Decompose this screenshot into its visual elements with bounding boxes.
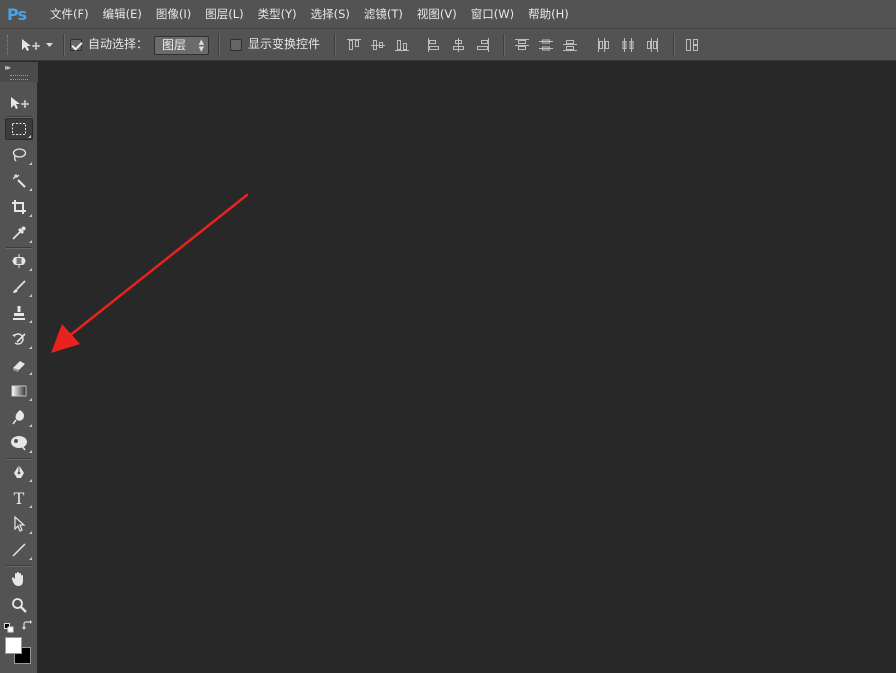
gradient-icon — [11, 384, 27, 398]
align-vertical-centers-icon[interactable] — [370, 37, 386, 53]
path-selection-tool[interactable] — [5, 513, 33, 535]
pen-icon — [11, 464, 27, 480]
auto-align-layers-icon[interactable] — [684, 37, 700, 53]
auto-select-label: 自动选择： — [88, 37, 149, 51]
menu-layer[interactable]: 图层(L) — [198, 0, 250, 28]
options-separator — [218, 34, 220, 56]
workspace-canvas[interactable] — [38, 62, 896, 673]
stamp-icon — [11, 305, 27, 321]
options-separator — [334, 34, 336, 56]
path-selection-arrow-icon — [12, 516, 26, 532]
clone-stamp-tool[interactable] — [5, 302, 33, 324]
blur-tool[interactable] — [5, 406, 33, 428]
swap-colors-icon[interactable] — [22, 620, 33, 631]
show-transform-controls-label: 显示变换控件 — [248, 37, 321, 51]
menu-select[interactable]: 选择(S) — [304, 0, 357, 28]
tools-panel-header: ▸▸ — [0, 62, 38, 82]
options-bar-grip[interactable] — [7, 35, 10, 55]
distribute-right-edges-icon[interactable] — [644, 37, 660, 53]
magic-wand-tool[interactable] — [5, 170, 33, 192]
distribute-horizontal-centers-icon[interactable] — [620, 37, 636, 53]
align-right-edges-icon[interactable] — [474, 37, 490, 53]
menu-file[interactable]: 文件(F) — [43, 0, 96, 28]
foreground-color-swatch[interactable] — [5, 637, 22, 654]
annotation-arrow — [51, 193, 249, 353]
collapse-panel-icon[interactable]: ▸▸ — [5, 63, 11, 72]
align-horizontal-centers-icon[interactable] — [450, 37, 466, 53]
distribute-vertical-centers-icon[interactable] — [538, 37, 554, 53]
align-top-edges-icon[interactable] — [346, 37, 362, 53]
distribute-bottom-edges-icon[interactable] — [562, 37, 578, 53]
align-left-edges-icon[interactable] — [426, 37, 442, 53]
default-colors-icon[interactable] — [4, 622, 14, 633]
show-transform-controls-checkbox[interactable] — [230, 39, 242, 51]
options-bar: 自动选择： 图层 ▲ ▼ 显示变换控件 — [0, 28, 896, 61]
toolbar-separator — [6, 565, 32, 567]
options-separator — [673, 34, 675, 56]
history-brush-tool[interactable] — [5, 328, 33, 350]
eraser-icon — [11, 357, 27, 373]
spot-healing-brush-tool[interactable] — [5, 250, 33, 272]
pen-tool[interactable] — [5, 461, 33, 483]
type-icon: T — [13, 488, 25, 508]
gradient-tool[interactable] — [5, 380, 33, 402]
line-icon — [11, 542, 27, 558]
eyedropper-icon — [11, 225, 27, 241]
zoom-tool[interactable] — [5, 594, 33, 616]
lasso-icon — [11, 147, 27, 163]
distribute-left-edges-icon[interactable] — [596, 37, 612, 53]
dodge-tool[interactable] — [5, 432, 33, 454]
menu-image[interactable]: 图像(I) — [149, 0, 198, 28]
toolbar-separator — [6, 247, 32, 249]
auto-select-checkbox[interactable] — [70, 39, 82, 51]
tools-panel: ▸▸ T — [0, 62, 38, 673]
eyedropper-tool[interactable] — [5, 222, 33, 244]
options-separator — [63, 34, 65, 56]
crop-tool[interactable] — [5, 196, 33, 218]
distribute-top-edges-icon[interactable] — [514, 37, 530, 53]
panel-grip[interactable] — [10, 75, 28, 80]
eraser-tool[interactable] — [5, 354, 33, 376]
lasso-tool[interactable] — [5, 144, 33, 166]
line-tool[interactable] — [5, 539, 33, 561]
tool-preset-picker[interactable] — [20, 34, 60, 56]
auto-select-target-dropdown[interactable]: 图层 ▲ ▼ — [154, 36, 209, 55]
hand-icon — [11, 571, 27, 587]
menu-type[interactable]: 类型(Y) — [251, 0, 304, 28]
menu-view[interactable]: 视图(V) — [410, 0, 464, 28]
water-drop-icon — [11, 409, 27, 425]
dodge-icon — [10, 435, 28, 451]
history-brush-icon — [11, 331, 27, 347]
menu-edit[interactable]: 编辑(E) — [96, 0, 149, 28]
magnifier-icon — [11, 597, 27, 613]
crop-icon — [11, 199, 27, 215]
menu-bar: Ps 文件(F) 编辑(E) 图像(I) 图层(L) 类型(Y) 选择(S) 滤… — [0, 0, 896, 28]
brush-tool[interactable] — [5, 276, 33, 298]
magic-wand-icon — [11, 173, 27, 189]
menu-window[interactable]: 窗口(W) — [464, 0, 521, 28]
rectangular-marquee-tool[interactable] — [5, 118, 33, 140]
auto-select-target-value: 图层 — [162, 38, 187, 52]
chevron-down-icon — [46, 42, 53, 48]
move-tool[interactable] — [5, 92, 33, 114]
band-aid-icon — [11, 253, 27, 269]
photoshop-logo: Ps — [7, 4, 27, 24]
rectangular-marquee-icon — [11, 122, 27, 136]
stepper-arrows-icon: ▲ ▼ — [198, 38, 204, 53]
align-bottom-edges-icon[interactable] — [394, 37, 410, 53]
move-tool-icon — [8, 96, 30, 110]
options-separator — [503, 34, 505, 56]
toolbar-separator — [6, 458, 32, 460]
menu-filter[interactable]: 滤镜(T) — [357, 0, 410, 28]
hand-tool[interactable] — [5, 568, 33, 590]
menu-help[interactable]: 帮助(H) — [521, 0, 576, 28]
brush-icon — [11, 279, 27, 295]
type-tool[interactable]: T — [5, 487, 33, 509]
move-tool-icon — [20, 38, 42, 52]
